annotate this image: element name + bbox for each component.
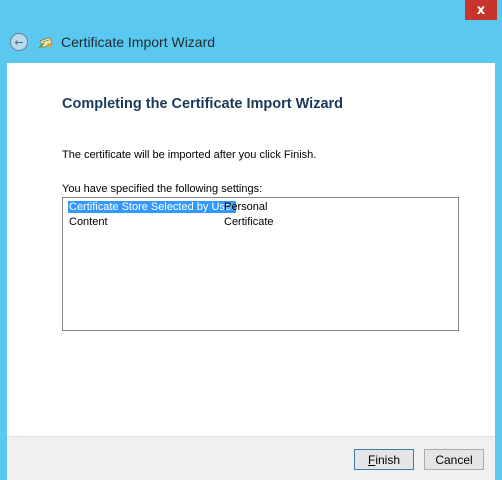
certificate-wizard-icon — [38, 36, 53, 49]
settings-row[interactable]: Certificate Store Selected by User Perso… — [63, 200, 458, 215]
wizard-window: x ← Certificate Import Wizard Completing… — [0, 0, 502, 480]
settings-key: Certificate Store Selected by User — [68, 201, 236, 213]
finish-mnemonic: F — [367, 452, 376, 467]
settings-label: You have specified the following setting… — [62, 183, 263, 195]
finish-label: inish — [375, 452, 401, 467]
back-button[interactable]: ← — [10, 33, 28, 51]
settings-key: Content — [69, 216, 108, 228]
settings-value: Certificate — [224, 216, 274, 228]
page-heading: Completing the Certificate Import Wizard — [62, 96, 344, 112]
close-button[interactable]: x — [465, 0, 497, 20]
wizard-content: Completing the Certificate Import Wizard… — [7, 63, 495, 436]
settings-value: Personal — [224, 201, 268, 213]
page-description: The certificate will be imported after y… — [62, 149, 317, 161]
back-arrow-icon: ← — [14, 35, 24, 49]
finish-button[interactable]: Finish — [354, 449, 414, 470]
button-bar: Finish Cancel — [7, 436, 495, 480]
window-title: Certificate Import Wizard — [61, 34, 216, 50]
close-icon: x — [476, 2, 486, 18]
cancel-button[interactable]: Cancel — [424, 449, 484, 470]
settings-list[interactable]: Certificate Store Selected by User Perso… — [62, 197, 459, 331]
settings-row[interactable]: Content Certificate — [63, 215, 458, 230]
